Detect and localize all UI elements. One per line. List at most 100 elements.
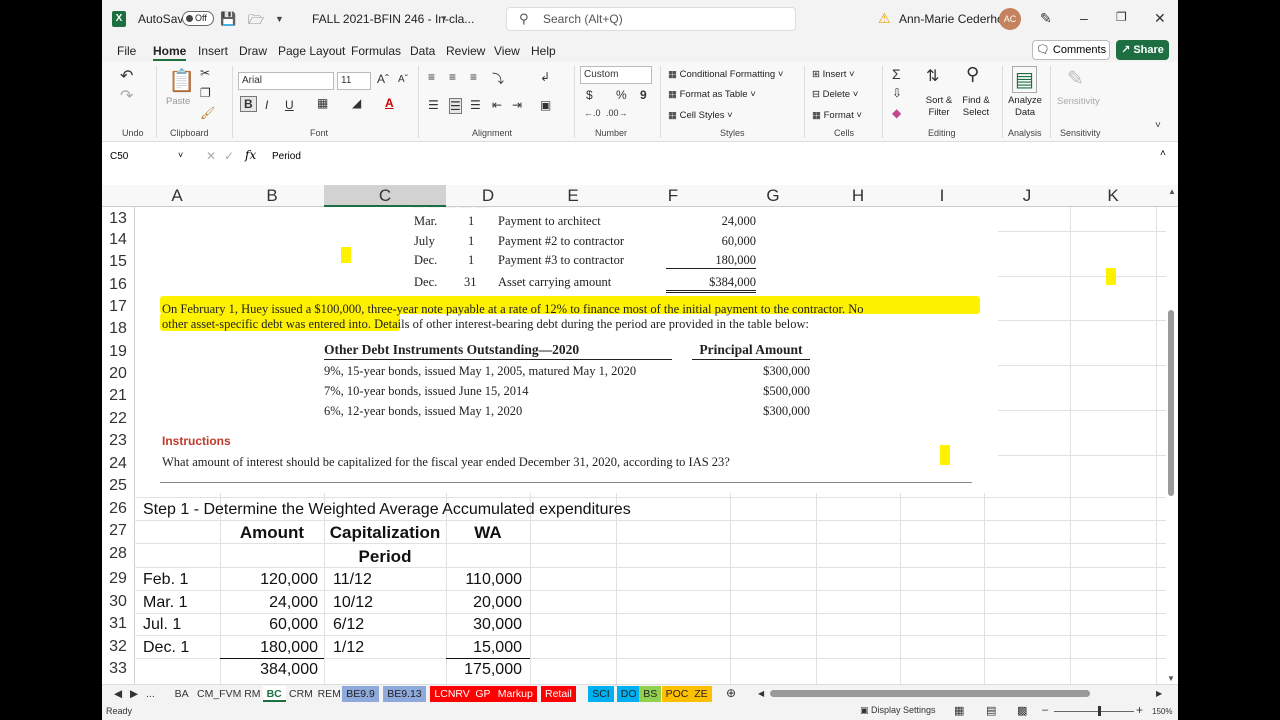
sheet-tab-rem[interactable]: REM [314,686,345,702]
analyze-data-label[interactable]: Analyze Data [1006,95,1044,119]
comments-button[interactable]: 🗨 Comments [1032,40,1110,60]
cut-icon[interactable]: ✂ [200,66,210,80]
format-as-table-button[interactable]: ▦ Format as Table ˅ [668,89,756,100]
align-right-icon[interactable]: ☰ [470,98,481,112]
insert-function-icon[interactable]: fx [245,148,256,162]
column-header-b[interactable]: B [220,185,324,207]
merge-center-icon[interactable]: ▣ [540,98,551,112]
row-header[interactable]: 27 [102,522,134,540]
row-wa[interactable]: 110,000 [446,571,522,589]
column-header-e[interactable]: E [530,185,616,207]
sheet-tab-be9-9[interactable]: BE9.9 [342,686,379,702]
row-header[interactable]: 26 [102,500,134,518]
decrease-indent-icon[interactable]: ⇤ [492,98,502,112]
column-header-i[interactable]: I [900,185,984,207]
sheet-tab-crm[interactable]: CRM [285,686,317,702]
fill-icon[interactable]: ⇩ [892,86,902,100]
format-painter-icon[interactable]: 🖌 [200,106,215,120]
row-header[interactable]: 18 [102,320,134,338]
sheet-tab-ba[interactable]: BA [171,686,193,702]
font-color-icon[interactable]: A [385,96,394,110]
formula-input[interactable]: Period [272,151,301,162]
save-icon[interactable]: 💾 [220,11,236,27]
sort-filter-icon[interactable]: ⇅ [926,66,939,86]
row-header[interactable]: 14 [102,231,134,249]
align-top-icon[interactable]: ≡ [428,70,435,84]
orientation-icon[interactable]: ⤵ [492,70,504,87]
zoom-out-icon[interactable]: – [1042,704,1048,716]
row-date[interactable]: Feb. 1 [143,571,188,589]
align-bottom-icon[interactable]: ≡ [470,70,477,84]
name-box-dropdown-icon[interactable]: ˅ [178,150,183,160]
worksheet-grid[interactable]: 13 14 15 16 17 18 19 20 21 22 23 24 25 2… [102,207,1166,684]
scroll-up-icon[interactable]: ▲ [1168,187,1176,196]
increase-decimal-icon[interactable]: ←.0 [584,108,601,118]
collapse-ribbon-icon[interactable]: ˅ [1155,120,1161,131]
tab-help[interactable]: Help [531,44,556,58]
cell-styles-button[interactable]: ▦ Cell Styles ˅ [668,110,733,121]
scroll-down-icon[interactable]: ▼ [1167,674,1175,683]
font-name-select[interactable]: Arial [238,72,334,90]
align-left-icon[interactable]: ☰ [428,98,439,112]
row-header[interactable]: 17 [102,298,134,316]
total-amount[interactable]: 384,000 [220,661,318,679]
header-amount[interactable]: Amount [220,523,324,543]
currency-format-icon[interactable]: $ [586,88,593,102]
row-header[interactable]: 19 [102,343,134,361]
decrease-font-icon[interactable]: Aˇ [398,74,408,85]
enter-icon[interactable]: ✓ [224,149,234,163]
zoom-in-icon[interactable]: + [1136,703,1143,717]
tab-scroll-left-icon[interactable]: ◀ [110,686,126,702]
share-button[interactable]: ↗ Share [1116,40,1169,60]
column-header-j[interactable]: J [984,185,1070,207]
row-amount[interactable]: 60,000 [220,616,318,634]
sheet-tab-cm-fvm[interactable]: CM_FVM [193,686,245,702]
row-header[interactable]: 32 [102,638,134,656]
column-header-f[interactable]: F [616,185,730,207]
increase-indent-icon[interactable]: ⇥ [512,98,522,112]
sheet-tab-markup[interactable]: Markup [493,686,537,702]
align-center-icon[interactable]: ☰ [449,98,462,114]
zoom-slider[interactable] [1054,711,1134,712]
row-period[interactable]: 1/12 [333,639,364,657]
column-header-k[interactable]: K [1070,185,1156,207]
tab-scroll-right-icon[interactable]: ▶ [126,686,142,702]
tab-view[interactable]: View [494,44,520,58]
autosum-icon[interactable]: Σ [892,66,901,82]
tab-home[interactable]: Home [153,44,187,61]
problem-image[interactable]: — — — — — Mar. 1 Payment to architect 24… [150,207,998,493]
tab-data[interactable]: Data [410,44,435,58]
comma-format-icon[interactable]: 9 [640,88,647,102]
sheet-tab-be9-13[interactable]: BE9.13 [383,686,426,702]
row-header[interactable]: 28 [102,545,134,563]
document-title[interactable]: FALL 2021-BFIN 246 - In-cla... [312,12,474,26]
undo-icon[interactable]: ↶ [120,66,133,86]
hscroll-left-icon[interactable]: ◀ [754,686,768,702]
open-folder-icon[interactable]: 🗁 [248,11,264,33]
row-header[interactable]: 31 [102,615,134,633]
italic-button[interactable]: I [265,98,268,112]
column-header-c[interactable]: C [324,185,446,207]
row-period[interactable]: 10/12 [333,594,373,612]
row-header[interactable]: 15 [102,253,134,271]
sheet-tab-ze[interactable]: ZE [690,686,712,702]
row-amount[interactable]: 24,000 [220,594,318,612]
number-format-select[interactable]: Custom [580,66,652,84]
row-header[interactable]: 21 [102,387,134,405]
row-header[interactable]: 20 [102,365,134,383]
sheet-tab-sci[interactable]: SCI [588,686,614,702]
tab-file[interactable]: File [117,44,136,58]
sort-filter-label[interactable]: Sort & Filter [922,95,956,119]
conditional-formatting-button[interactable]: ▦ Conditional Formatting ˅ [668,69,783,80]
sheet-tab-poc[interactable]: POC [661,686,693,702]
wrap-text-icon[interactable]: ↲ [540,70,550,84]
fill-color-icon[interactable]: ◢ [352,96,361,110]
row-header[interactable]: 25 [102,477,134,495]
sheet-tab--[interactable]: ... [142,686,159,702]
percent-format-icon[interactable]: % [616,88,627,102]
close-icon[interactable]: ✕ [1154,10,1166,27]
row-period[interactable]: 6/12 [333,616,364,634]
search-box[interactable]: ⚲ Search (Alt+Q) [506,7,796,31]
name-box[interactable]: C50 [108,148,188,166]
zoom-slider-thumb[interactable] [1098,706,1101,716]
